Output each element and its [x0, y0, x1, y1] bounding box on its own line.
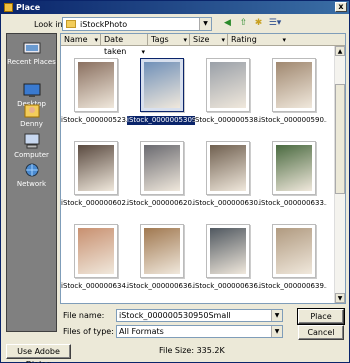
chevron-down-icon[interactable]: ▼: [199, 18, 211, 30]
vertical-scrollbar[interactable]: ▲ ▼: [334, 46, 345, 303]
column-size[interactable]: Size: [190, 34, 228, 46]
photo-thumbnail: [78, 145, 114, 191]
thumbnail-frame: [272, 141, 316, 195]
file-name-caption: iStock_000000530950Small: [127, 116, 195, 125]
file-name-caption: iStock_000000538...: [193, 116, 261, 124]
photo-thumbnail: [144, 62, 180, 108]
folder-icon: [66, 20, 76, 28]
file-name-caption: iStock_000000633...: [259, 199, 327, 207]
file-thumbnail[interactable]: iStock_000000590...: [259, 54, 327, 134]
column-rating[interactable]: Rating: [228, 34, 288, 46]
photo-thumbnail: [78, 62, 114, 108]
files-of-type-value: All Formats: [119, 327, 164, 336]
file-name-caption: iStock_000000590...: [259, 116, 327, 124]
place-button[interactable]: Place: [297, 308, 345, 325]
place-label: Denny: [20, 120, 43, 128]
photo-thumbnail: [210, 228, 246, 274]
scroll-down-arrow[interactable]: ▼: [335, 293, 345, 303]
up-folder-button[interactable]: ⇧: [237, 17, 250, 30]
thumbnail-frame: [74, 141, 118, 195]
file-name-label: File name:: [63, 311, 105, 320]
use-adobe-dialog-button[interactable]: Use Adobe Dialog: [6, 344, 71, 363]
app-icon: [4, 3, 13, 12]
file-size-text: File Size: 335.2K: [159, 346, 225, 355]
thumbnail-frame: [206, 141, 250, 195]
thumbnail-frame: [206, 224, 250, 278]
scroll-thumb[interactable]: [335, 84, 345, 194]
file-thumbnail[interactable]: iStock_000000639...: [259, 220, 327, 300]
thumbnail-frame: [140, 141, 184, 195]
photo-thumbnail: [210, 145, 246, 191]
file-thumbnail[interactable]: iStock_000000636...: [127, 220, 195, 300]
place-denny[interactable]: Denny: [7, 102, 56, 128]
scroll-up-arrow[interactable]: ▲: [335, 46, 345, 56]
file-name-input[interactable]: iStock_000000530950Small ▼: [116, 309, 283, 322]
photo-thumbnail: [144, 145, 180, 191]
cancel-button[interactable]: Cancel: [298, 325, 344, 340]
file-name-caption: iStock_000000636...: [193, 282, 261, 290]
place-label: Network: [16, 180, 47, 188]
look-in-dropdown[interactable]: iStockPhoto ▼: [62, 17, 212, 31]
photo-thumbnail: [276, 145, 312, 191]
file-name-caption: iStock_000000620...: [127, 199, 195, 207]
window-title: Place: [16, 3, 41, 12]
file-name-value: iStock_000000530950Small: [119, 311, 231, 320]
place-network[interactable]: Network: [7, 162, 56, 188]
photo-thumbnail: [78, 228, 114, 274]
file-thumbnail[interactable]: iStock_000000620...: [127, 137, 195, 217]
place-computer[interactable]: Computer: [7, 133, 56, 159]
thumbnail-frame: [272, 58, 316, 112]
file-name-caption: iStock_000000639...: [259, 282, 327, 290]
file-list[interactable]: Name Date taken Tags Size Rating ▲ ▼ iSt…: [60, 33, 346, 304]
back-button[interactable]: ◀: [221, 17, 234, 30]
column-name[interactable]: Name: [61, 34, 101, 46]
thumbnail-frame: [74, 58, 118, 112]
file-name-caption: iStock_000000523...: [61, 116, 129, 124]
file-thumbnail[interactable]: iStock_000000523...: [61, 54, 129, 134]
photo-thumbnail: [210, 62, 246, 108]
file-thumbnail[interactable]: iStock_000000634...: [61, 220, 129, 300]
look-in-value: iStockPhoto: [80, 20, 128, 29]
network-icon: [25, 163, 38, 177]
file-thumbnail[interactable]: iStock_000000633...: [259, 137, 327, 217]
photo-thumbnail: [276, 62, 312, 108]
photo-thumbnail: [144, 228, 180, 274]
desktop-icon: [23, 83, 40, 97]
computer-icon: [24, 133, 39, 149]
recent-places-icon: [23, 42, 40, 54]
chevron-down-icon[interactable]: ▼: [271, 310, 282, 321]
thumbnail-frame: [140, 224, 184, 278]
file-name-caption: iStock_000000630...: [193, 199, 261, 207]
places-bar: Recent Places Desktop Denny Computer Net…: [6, 33, 57, 332]
place-dialog: Place x Look in: iStockPhoto ▼ ◀ ⇧ ✱ ☰▾ …: [0, 0, 350, 363]
new-folder-button[interactable]: ✱: [252, 17, 265, 30]
thumbnail-frame: [272, 224, 316, 278]
close-button[interactable]: x: [335, 2, 347, 12]
column-tags[interactable]: Tags: [148, 34, 190, 46]
files-of-type-label: Files of type:: [63, 327, 114, 336]
file-thumbnail[interactable]: iStock_000000530950Small: [127, 54, 195, 134]
file-thumbnail[interactable]: iStock_000000630...: [193, 137, 261, 217]
photo-thumbnail: [276, 228, 312, 274]
user-folder-icon: [24, 104, 39, 118]
column-header-bar: Name Date taken Tags Size Rating: [61, 34, 345, 58]
file-thumbnail[interactable]: iStock_000000636...: [193, 220, 261, 300]
thumbnail-frame: [140, 58, 184, 112]
file-thumbnail[interactable]: iStock_000000602...: [61, 137, 129, 217]
thumbnail-frame: [74, 224, 118, 278]
file-name-caption: iStock_000000602...: [61, 199, 129, 207]
title-bar[interactable]: Place x: [1, 1, 349, 14]
look-in-label: Look in:: [34, 20, 66, 29]
file-name-caption: iStock_000000636...: [127, 282, 195, 290]
file-name-caption: iStock_000000634...: [61, 282, 129, 290]
file-thumbnail[interactable]: iStock_000000538...: [193, 54, 261, 134]
thumbnail-frame: [206, 58, 250, 112]
files-of-type-select[interactable]: All Formats ▼: [116, 325, 283, 338]
place-label: Recent Places: [7, 58, 56, 66]
chevron-down-icon[interactable]: ▼: [271, 326, 282, 337]
place-label: Computer: [14, 151, 49, 159]
column-date-taken[interactable]: Date taken: [101, 34, 148, 58]
views-menu-button[interactable]: ☰▾: [265, 17, 285, 30]
place-recent-places[interactable]: Recent Places: [7, 40, 56, 66]
